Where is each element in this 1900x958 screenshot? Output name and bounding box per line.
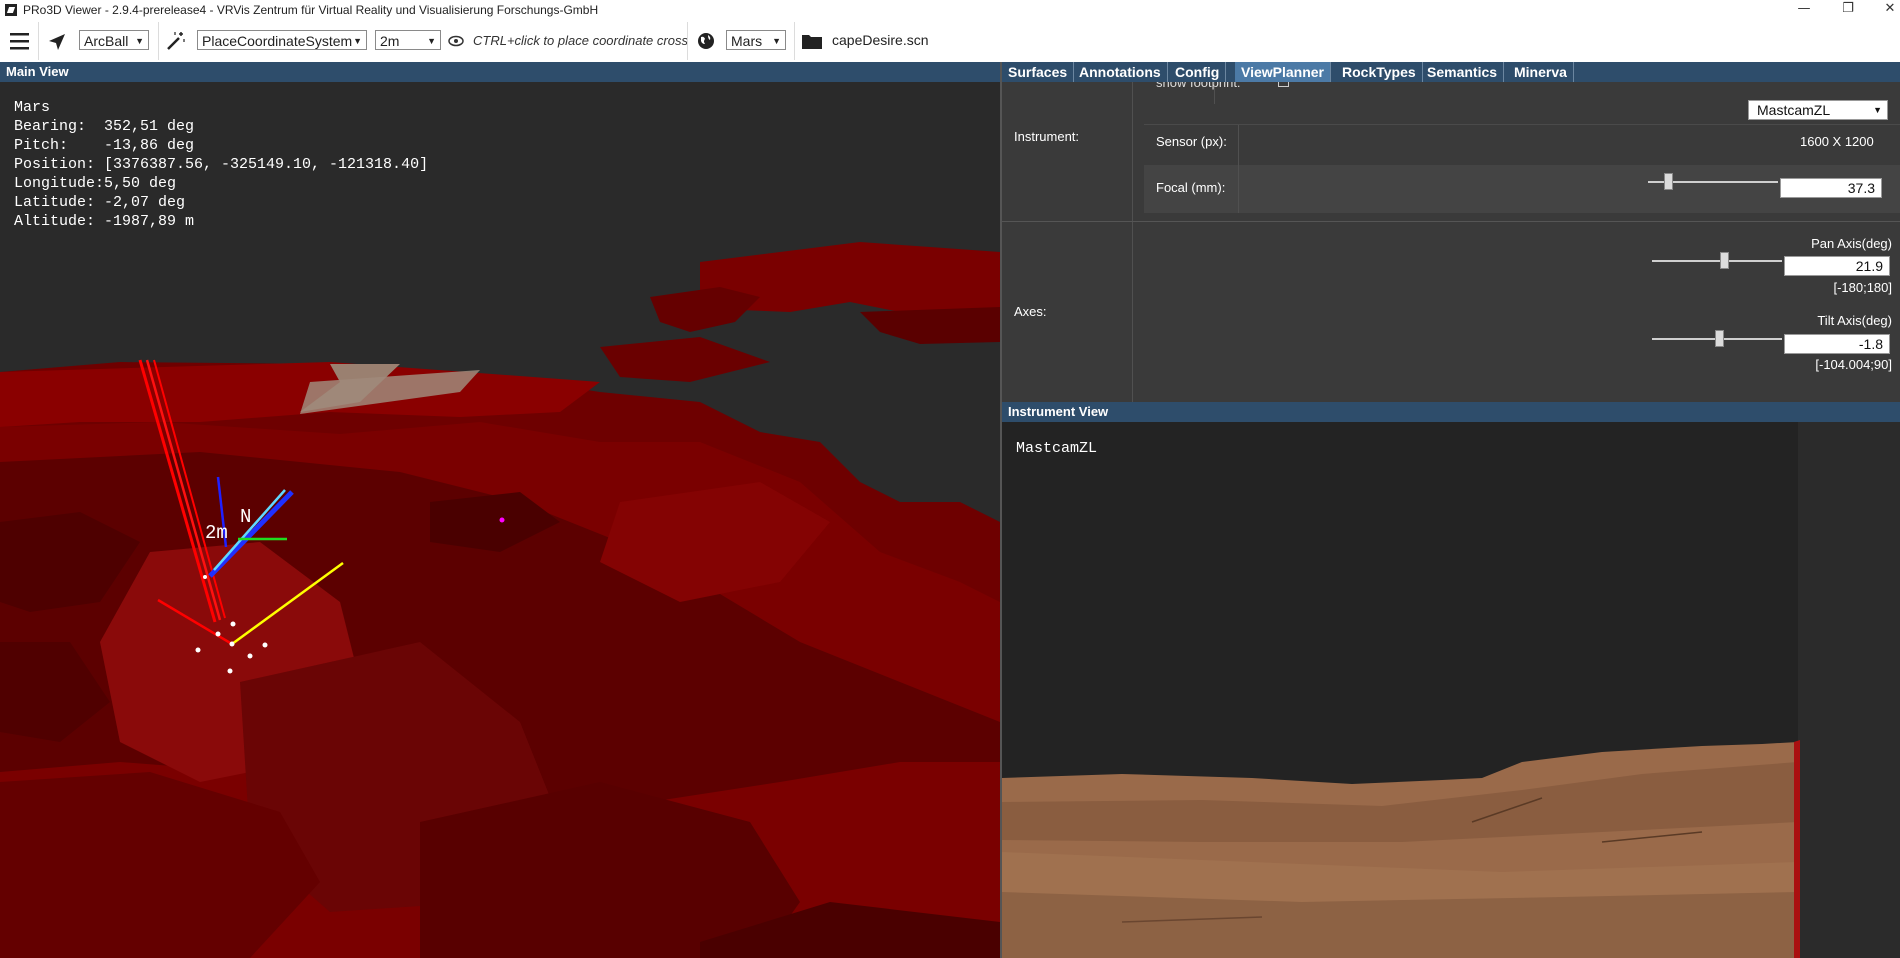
overlay-altitude: Altitude: -1987,89 m: [14, 213, 195, 230]
toolbar-divider: [687, 22, 688, 60]
chevron-down-icon: ▼: [135, 36, 144, 46]
tilt-axis-range: [-104.004;90]: [1815, 357, 1892, 372]
title-bar: PRo3D Viewer - 2.9.4-prerelease4 - VRVis…: [0, 0, 1900, 20]
tab-config[interactable]: Config: [1169, 62, 1227, 82]
magic-wand-icon: [167, 32, 185, 50]
chevron-down-icon: ▼: [1873, 105, 1882, 115]
show-footprint-label: show footprint:: [1156, 82, 1241, 90]
tab-bar: Surfaces Annotations Config ViewPlanner …: [1002, 62, 1900, 82]
main-view-header: Main View: [0, 62, 1000, 82]
planet-select[interactable]: Mars ▼: [726, 30, 786, 50]
instrument-view-canvas[interactable]: MastcamZL: [1002, 422, 1900, 958]
toolbar-divider: [794, 22, 795, 60]
eye-icon: [448, 35, 464, 47]
restore-icon[interactable]: ❐: [1826, 0, 1870, 20]
tab-rocktypes[interactable]: RockTypes: [1336, 62, 1423, 82]
tilt-axis-input[interactable]: -1.8: [1784, 334, 1890, 354]
axes-label: Axes:: [1014, 304, 1047, 319]
tilt-slider-thumb[interactable]: [1715, 330, 1725, 347]
scene-file-name[interactable]: capeDesire.scn: [832, 32, 929, 48]
tool-mode-select[interactable]: PlaceCoordinateSystem ▼: [197, 30, 367, 50]
overlay-bearing: Bearing: 352,51 deg: [14, 118, 195, 135]
window-title: PRo3D Viewer - 2.9.4-prerelease4 - VRVis…: [23, 3, 599, 17]
navigation-arrow-icon: [49, 34, 65, 50]
focal-label: Focal (mm):: [1156, 180, 1226, 195]
instrument-render: [1002, 422, 1900, 958]
tab-semantics[interactable]: Semantics: [1421, 62, 1505, 82]
tool-hint-text: CTRL+click to place coordinate cross: [473, 33, 688, 48]
sensor-label: Sensor (px):: [1156, 134, 1227, 149]
tab-minerva[interactable]: Minerva: [1508, 62, 1574, 82]
instrument-view-title: Instrument View: [1008, 404, 1109, 419]
chevron-down-icon: ▼: [427, 36, 436, 46]
overlay-planet: Mars: [14, 99, 51, 116]
overlay-latitude: Latitude: -2,07 deg: [14, 194, 186, 211]
scale-label: 2m: [205, 522, 228, 544]
toolbar-divider: [158, 22, 159, 60]
instrument-view-header: Instrument View: [1002, 402, 1900, 422]
pan-slider-track[interactable]: [1652, 260, 1782, 262]
focal-slider-thumb[interactable]: [1664, 173, 1674, 190]
close-icon[interactable]: ✕: [1868, 0, 1900, 20]
toolbar-divider: [38, 22, 39, 60]
pan-axis-range: [-180;180]: [1833, 280, 1892, 295]
pan-axis-input[interactable]: 21.9: [1784, 256, 1890, 276]
row-divider: [1144, 124, 1900, 125]
show-footprint-checkbox[interactable]: [1278, 82, 1289, 87]
section-divider: [1002, 221, 1900, 222]
tab-annotations[interactable]: Annotations: [1073, 62, 1168, 82]
pan-axis-label: Pan Axis(deg): [1811, 236, 1892, 251]
navigation-mode-select[interactable]: ArcBall ▼: [79, 30, 149, 50]
chevron-down-icon: ▼: [353, 36, 362, 46]
camera-info-overlay: Mars Bearing: 352,51 deg Pitch: -13,86 deg…: [14, 98, 428, 231]
tab-viewplanner[interactable]: ViewPlanner: [1235, 62, 1332, 82]
sensor-value: 1600 X 1200: [1800, 134, 1874, 149]
main-view-canvas[interactable]: 2m N Mars Bearing: 352,51 deg Pitch: -13,8…: [0, 82, 1000, 958]
tool-mode-value: PlaceCoordinateSystem: [202, 33, 353, 49]
main-view-title: Main View: [6, 64, 69, 79]
column-divider: [1238, 165, 1239, 213]
overlay-pitch: Pitch: -13,86 deg: [14, 137, 195, 154]
pan-slider-thumb[interactable]: [1720, 252, 1730, 269]
scale-value: 2m: [380, 33, 400, 49]
hamburger-menu-icon[interactable]: [10, 33, 30, 55]
chevron-down-icon: ▼: [772, 36, 781, 46]
navigation-mode-value: ArcBall: [84, 33, 129, 49]
focal-input[interactable]: 37.3: [1780, 178, 1882, 198]
column-divider: [1132, 82, 1133, 402]
tilt-axis-label: Tilt Axis(deg): [1817, 313, 1892, 328]
app-logo-icon: [5, 4, 17, 16]
tab-surfaces[interactable]: Surfaces: [1002, 62, 1075, 82]
folder-icon[interactable]: [802, 33, 822, 55]
toolbar: ArcBall ▼ PlaceCoordinateSystem ▼ 2m ▼ CTRL…: [0, 20, 1900, 63]
instrument-select-value: MastcamZL: [1757, 102, 1831, 118]
instrument-label: Instrument:: [1014, 129, 1080, 144]
instrument-name-overlay: MastcamZL: [1016, 440, 1098, 457]
overlay-longitude: Longitude:5,50 deg: [14, 175, 177, 192]
instrument-select[interactable]: MastcamZL ▼: [1748, 100, 1888, 120]
viewplanner-panel: show footprint: Instrument: MastcamZL ▼ S…: [1002, 82, 1900, 402]
globe-icon: [698, 33, 714, 49]
scale-select[interactable]: 2m ▼: [375, 30, 441, 50]
north-label: N: [240, 506, 252, 528]
overlay-position: Position: [3376387.56, -325149.10, -1213…: [14, 156, 429, 173]
minimize-icon[interactable]: —: [1782, 0, 1826, 20]
planet-value: Mars: [731, 33, 763, 49]
column-divider: [1238, 125, 1239, 165]
